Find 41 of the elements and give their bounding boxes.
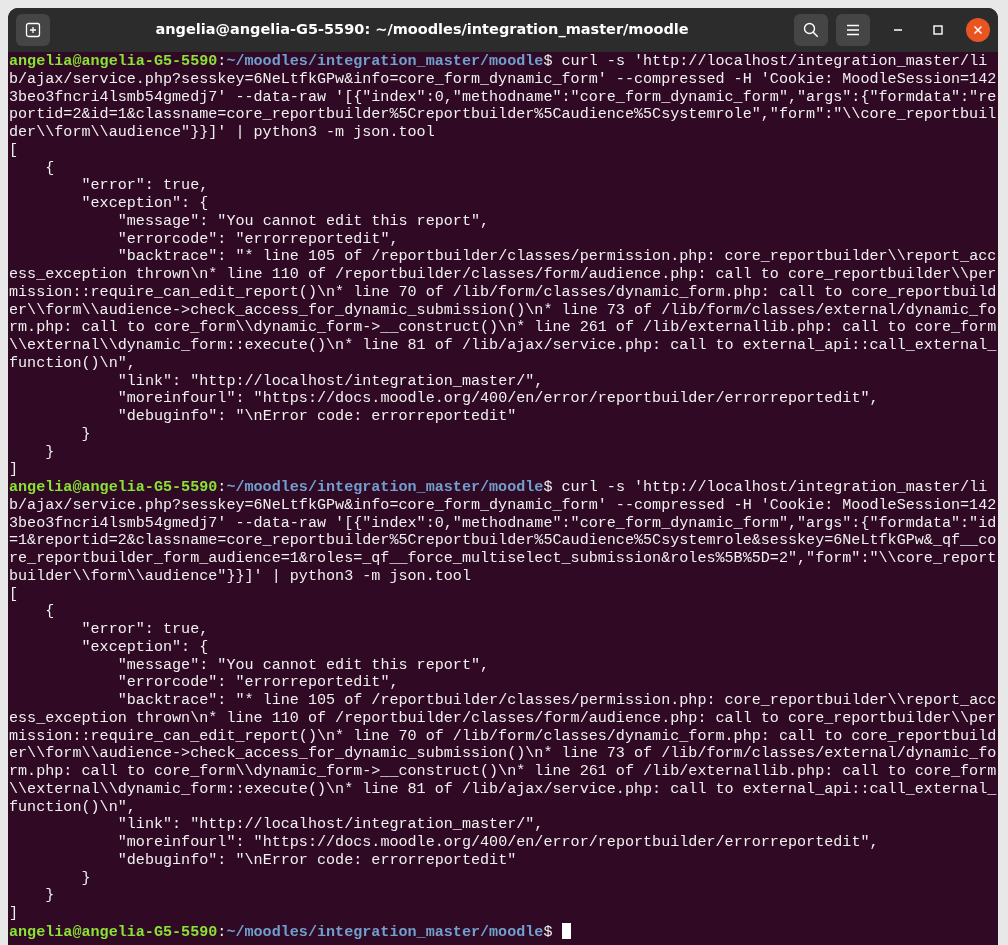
new-tab-button[interactable] bbox=[16, 14, 50, 46]
output-line: ] bbox=[9, 461, 20, 479]
output-line: "debuginfo": "\nError code: errorreportedit" bbox=[116, 851, 518, 870]
window-title: angelia@angelia-G5-5590: ~/moodles/integration_master/moodle bbox=[154, 20, 690, 40]
minimize-icon bbox=[893, 29, 903, 31]
output-line: "errorcode": "errorreportedit", bbox=[116, 230, 400, 249]
output-line: "exception": { bbox=[80, 195, 210, 213]
command-line: angelia@angelia-G5-5590:~/moodles/integration_master/moodle$ curl -s 'http://localhost/integration_master/lib/ajax/service.php?sesskey=6NeLtfkGPw&info=core_form_dynamic_form' --compressed -H 'Cookie: MoodleSession=1423beo3fncri4lsmb54gmedj7' --data-raw '[{"index":0,"methodname":"core_form_dynamic_form","args":{"formdata":"id=1&reportid=2&classname=core_reportbuilder%5Creportbuilder%5Caudience%5Csystemrole&sesskey=6NeLtfkGPw&_qf__core_reportbuilder_form_audience=1&roles=_qf__force_multiselect_submission&roles%5B%5D=2","form":"\\core_reportbuilder\\form\\audience"}}]' | python3 -m json.tool bbox=[9, 479, 998, 586]
output-line: { bbox=[44, 603, 56, 621]
output-line: "link": "http://localhost/integration_master/", bbox=[116, 816, 545, 834]
output-line: "moreinfourl": "https://docs.moodle.org/400/en/error/reportbuilder/errorreportedit", bbox=[116, 390, 880, 408]
output-line: } bbox=[80, 425, 92, 444]
output-line: ] bbox=[9, 905, 20, 923]
output-line: } bbox=[44, 443, 56, 462]
output-line: "backtrace": "* line 105 of /reportbuilder/classes/permission.php: core_reportbuilder\\report_access_exception thrown\n* line 110 of /reportbuilder/classes/form/audience.php: call to core_reportbuilder\\permission::require_can_edit_report()\n* line 70 of /lib/form/classes/dynamic_form.php: call to core_reportbuilder\\form\\audience->check_access_for_dynamic_submission()\n* line 73 of /lib/form/classes/external/dynamic_form.php: call to core_form\\dynamic_form->__construct()\n* line 261 of /lib/externallib.php: call to core_form\\external\\dynamic_form::execute()\n* line 81 of /lib/ajax/service.php: call to external_api::call_external_function()\n", bbox=[9, 248, 998, 373]
maximize-icon bbox=[933, 25, 943, 35]
output-line: "message": "You cannot edit this report", bbox=[116, 656, 491, 675]
output-line: "error": true, bbox=[80, 621, 210, 639]
text-cursor bbox=[561, 922, 571, 939]
output-line: { bbox=[44, 159, 56, 178]
menu-icon bbox=[846, 24, 860, 36]
search-button[interactable] bbox=[794, 14, 828, 46]
search-icon bbox=[803, 22, 819, 38]
output-line: "backtrace": "* line 105 of /reportbuilder/classes/permission.php: core_reportbuilder\\report_access_exception thrown\n* line 110 of /reportbuilder/classes/form/audience.php: call to core_reportbuilder\\permission::require_can_edit_report()\n* line 70 of /lib/form/classes/dynamic_form.php: call to core_reportbuilder\\form\\audience->check_access_for_dynamic_submission()\n* line 73 of /lib/form/classes/external/dynamic_form.php: call to core_form\\dynamic_form->__construct()\n* line 261 of /lib/externallib.php: call to core_form\\external\\dynamic_form::execute()\n* line 81 of /lib/ajax/service.php: call to external_api::call_external_function()\n", bbox=[9, 692, 998, 817]
close-button[interactable] bbox=[966, 18, 990, 42]
output-line: "moreinfourl": "https://docs.moodle.org/400/en/error/reportbuilder/errorreportedit", bbox=[116, 834, 880, 852]
output-line: "error": true, bbox=[80, 177, 210, 195]
output-line: [ bbox=[9, 585, 20, 604]
command-line: angelia@angelia-G5-5590:~/moodles/integration_master/moodle$ bbox=[9, 922, 998, 942]
output-line: } bbox=[80, 869, 92, 888]
output-line: "message": "You cannot edit this report", bbox=[116, 212, 491, 231]
output-line: [ bbox=[9, 141, 20, 160]
output-line: } bbox=[44, 887, 56, 905]
new-tab-icon bbox=[25, 22, 41, 38]
output-line: "exception": { bbox=[80, 638, 210, 657]
command-line: angelia@angelia-G5-5590:~/moodles/integration_master/moodle$ curl -s 'http://localhost/integration_master/lib/ajax/service.php?sesskey=6NeLtfkGPw&info=core_form_dynamic_form' --compressed -H 'Cookie: MoodleSession=1423beo3fncri4lsmb54gmedj7' --data-raw '[{"index":0,"methodname":"core_form_dynamic_form","args":{"formdata":"reportid=2&id=1&classname=core_reportbuilder%5Creportbuilder%5Caudience%5Csystemrole","form":"\\core_reportbuilder\\form\\audience"}}]' | python3 -m json.tool bbox=[9, 53, 998, 142]
output-line: "link": "http://localhost/integration_master/", bbox=[116, 372, 545, 391]
output-line: "errorcode": "errorreportedit", bbox=[116, 674, 400, 692]
close-icon bbox=[973, 25, 983, 35]
output-line: "debuginfo": "\nError code: errorreportedit" bbox=[116, 408, 518, 426]
menu-button[interactable] bbox=[836, 14, 870, 46]
